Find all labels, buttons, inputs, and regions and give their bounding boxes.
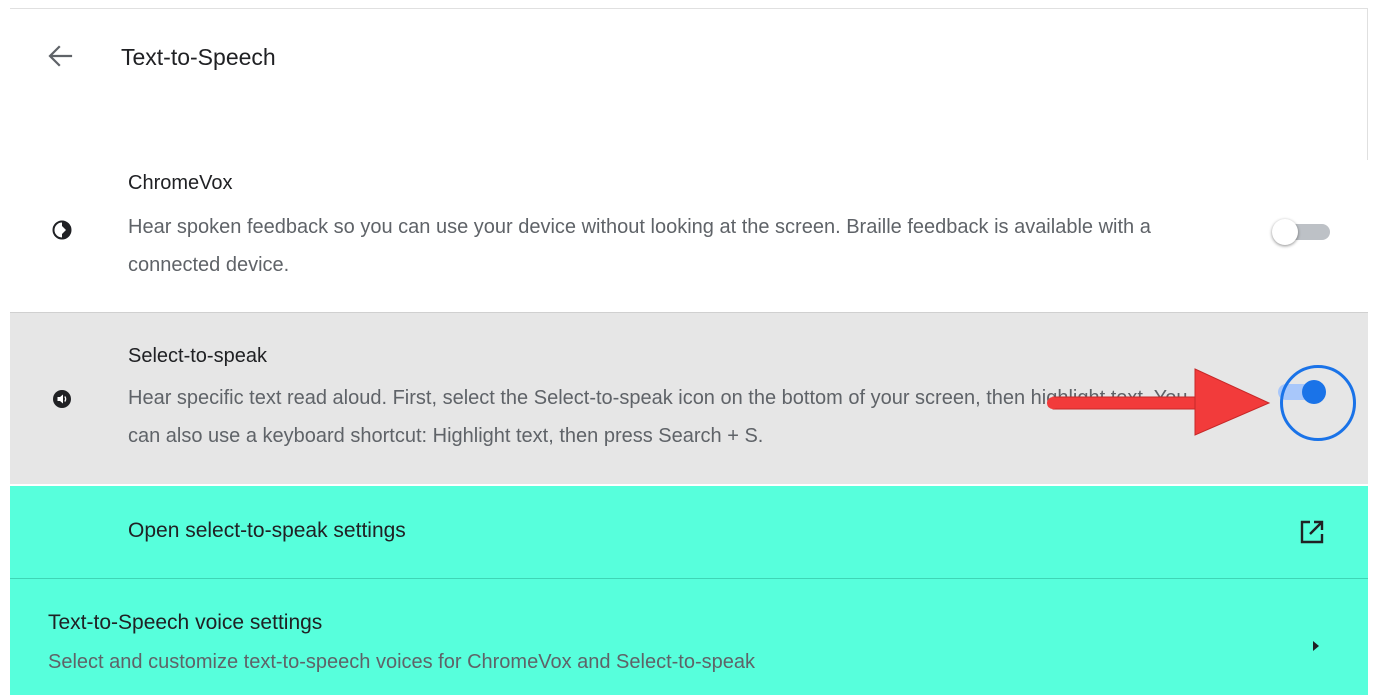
caret-right-icon bbox=[1313, 641, 1319, 651]
settings-page: Text-to-Speech ChromeVox Hear spoken fee… bbox=[0, 0, 1377, 695]
select-to-speak-row: Select-to-speak Hear specific text read … bbox=[10, 312, 1368, 484]
page-title: Text-to-Speech bbox=[121, 44, 276, 70]
voice-settings-row[interactable]: Text-to-Speech voice settings Select and… bbox=[10, 579, 1368, 695]
external-link-icon bbox=[1300, 520, 1324, 544]
open-select-to-speak-settings[interactable]: Open select-to-speak settings bbox=[10, 486, 1368, 578]
chromevox-toggle[interactable] bbox=[1262, 217, 1334, 247]
select-to-speak-icon bbox=[53, 390, 71, 408]
toggle-highlight-ring bbox=[1280, 365, 1356, 441]
toggle-knob bbox=[1272, 219, 1298, 245]
annotation-arrow-icon bbox=[1047, 368, 1271, 436]
open-settings-label: Open select-to-speak settings bbox=[128, 519, 406, 542]
page-header: Text-to-Speech bbox=[0, 20, 1368, 92]
chromevox-title: ChromeVox bbox=[128, 172, 233, 194]
chromevox-icon bbox=[52, 220, 72, 240]
voice-settings-description: Select and customize text-to-speech voic… bbox=[48, 651, 756, 673]
voice-settings-label: Text-to-Speech voice settings bbox=[48, 611, 323, 634]
back-button[interactable] bbox=[44, 40, 76, 72]
chromevox-row: ChromeVox Hear spoken feedback so you ca… bbox=[10, 160, 1368, 312]
select-to-speak-title: Select-to-speak bbox=[128, 345, 267, 367]
arrow-left-icon bbox=[48, 45, 73, 67]
top-divider bbox=[10, 8, 1368, 9]
chromevox-description: Hear spoken feedback so you can use your… bbox=[128, 216, 1151, 276]
